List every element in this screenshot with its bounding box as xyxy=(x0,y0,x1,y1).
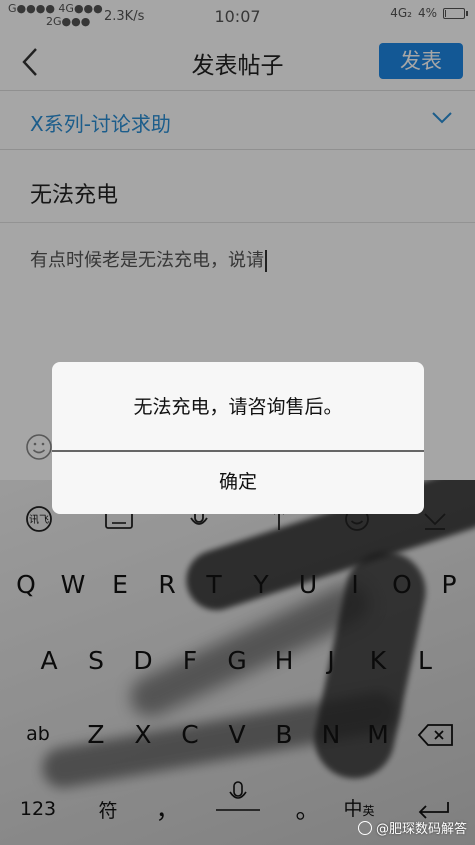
dialog-message: 无法充电，请咨询售后。 xyxy=(133,396,343,418)
watermark: @肥琛数码解答 xyxy=(357,818,467,837)
alert-dialog: 无法充电，请咨询售后。 确定 xyxy=(52,362,424,514)
watermark-text: @肥琛数码解答 xyxy=(375,822,467,837)
watermark-logo-icon xyxy=(357,820,372,835)
confirm-button[interactable]: 确定 xyxy=(52,451,424,514)
